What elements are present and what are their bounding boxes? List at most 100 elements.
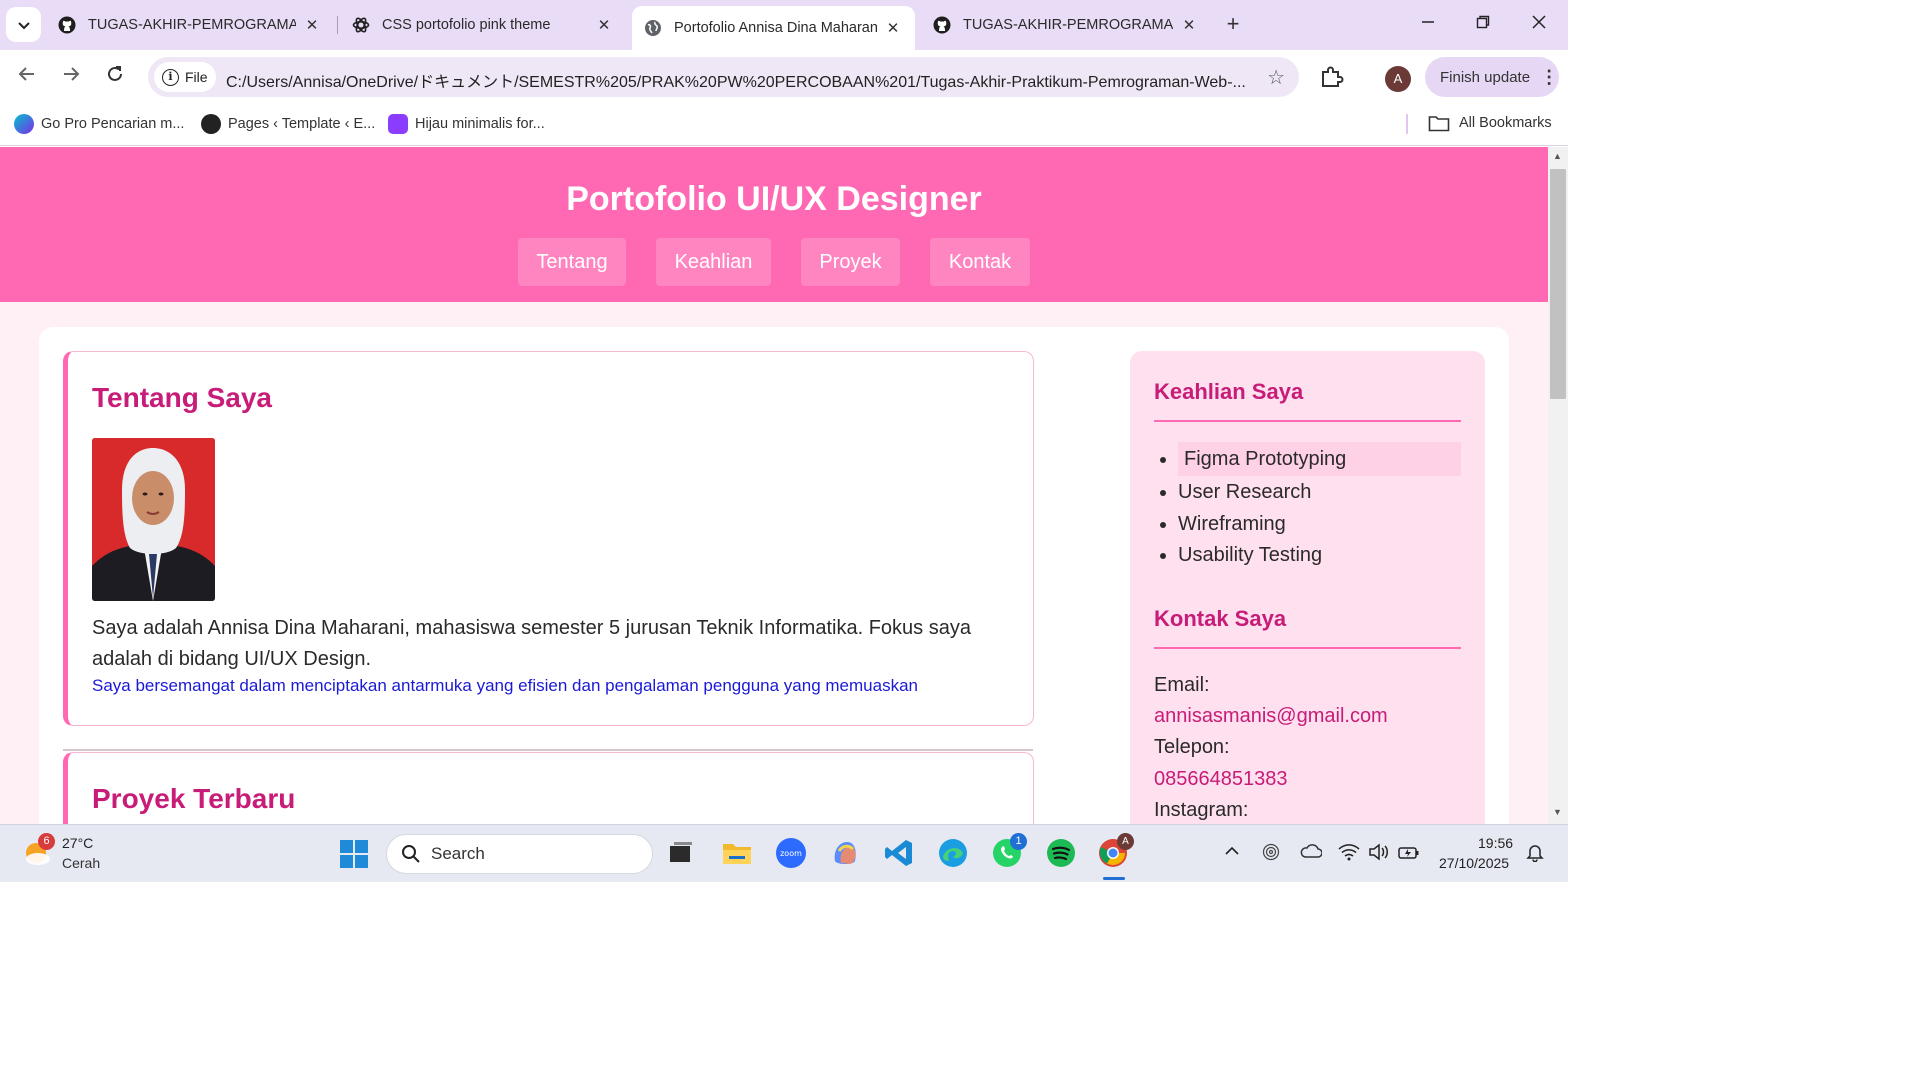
sidebar: Keahlian Saya Figma Prototyping User Res… bbox=[1130, 351, 1485, 824]
spotify-icon bbox=[1047, 839, 1075, 867]
close-icon[interactable]: ✕ bbox=[1179, 16, 1199, 34]
bookmark-separator bbox=[1406, 114, 1408, 134]
nav-link-tentang[interactable]: Tentang bbox=[518, 238, 626, 286]
bookmark-label: Pages ‹ Template ‹ E... bbox=[228, 116, 376, 132]
restore-button[interactable] bbox=[1468, 10, 1498, 40]
bookmark-item[interactable]: Go Pro Pencarian m... bbox=[14, 114, 184, 134]
zoom-icon: zoom bbox=[776, 838, 806, 868]
finish-update-button[interactable]: Finish update ⋮ bbox=[1425, 57, 1559, 97]
svg-text:zoom: zoom bbox=[780, 849, 802, 858]
site-info-chip[interactable]: i File bbox=[154, 62, 216, 92]
nav-link-kontak[interactable]: Kontak bbox=[930, 238, 1030, 286]
scroll-down-arrow-icon[interactable]: ▼ bbox=[1553, 807, 1562, 817]
folder-icon bbox=[1428, 116, 1450, 132]
bookmark-item[interactable]: Pages ‹ Template ‹ E... bbox=[201, 114, 375, 134]
contact-heading-underline bbox=[1154, 647, 1461, 649]
fingerprint-icon bbox=[1262, 843, 1280, 861]
back-button[interactable] bbox=[12, 62, 42, 92]
close-icon[interactable]: ✕ bbox=[594, 16, 614, 34]
clock-time[interactable]: 19:56 bbox=[1478, 835, 1513, 851]
bookmarks-bar: Go Pro Pencarian m... Pages ‹ Template ‹… bbox=[0, 104, 1568, 146]
about-heading: Tentang Saya bbox=[92, 382, 272, 413]
copilot-app-button[interactable] bbox=[829, 837, 861, 869]
windows-icon bbox=[340, 840, 368, 868]
tray-app-icon[interactable] bbox=[1262, 843, 1280, 866]
globe-icon bbox=[644, 19, 662, 37]
bookmark-star-icon[interactable]: ☆ bbox=[1267, 65, 1285, 90]
tab-search-button[interactable] bbox=[6, 7, 41, 42]
onedrive-button[interactable] bbox=[1300, 843, 1323, 864]
taskbar: 6 27°C Cerah Search zoom 1 A 19:56 27/10… bbox=[0, 824, 1568, 882]
tab-github-1[interactable]: TUGAS-AKHIR-PEMROGRAMAN ✕ bbox=[46, 8, 334, 42]
nav-link-proyek[interactable]: Proyek bbox=[801, 238, 900, 286]
site-info-label: File bbox=[185, 69, 208, 85]
clock-date[interactable]: 27/10/2025 bbox=[1439, 855, 1509, 871]
new-tab-button[interactable]: + bbox=[1220, 10, 1246, 38]
tab-chatgpt[interactable]: CSS portofolio pink theme ✕ bbox=[340, 8, 626, 42]
chatgpt-icon bbox=[352, 16, 370, 34]
nav-link-keahlian[interactable]: Keahlian bbox=[656, 238, 771, 286]
vscode-icon bbox=[885, 840, 912, 866]
address-bar[interactable]: i File C:/Users/Annisa/OneDrive/ドキュメント/S… bbox=[148, 57, 1299, 97]
taskbar-search[interactable]: Search bbox=[386, 834, 653, 874]
tab-portfolio-active[interactable]: Portofolio Annisa Dina Maharani ✕ bbox=[632, 6, 915, 50]
wifi-button[interactable] bbox=[1338, 843, 1360, 866]
chevron-up-icon bbox=[1225, 846, 1239, 855]
profile-avatar[interactable]: A bbox=[1385, 66, 1411, 92]
tab-title: TUGAS-AKHIR-PEMROGRAMAN bbox=[88, 17, 296, 33]
task-view-button[interactable] bbox=[665, 837, 697, 869]
skill-item: Figma Prototyping bbox=[1160, 442, 1461, 476]
main-container: Tentang Saya Saya adalah Annisa Dina Mah… bbox=[39, 327, 1509, 824]
projects-heading: Proyek Terbaru bbox=[92, 783, 296, 814]
weather-badge: 6 bbox=[38, 833, 55, 850]
reload-button[interactable] bbox=[100, 62, 130, 92]
search-icon bbox=[402, 845, 420, 863]
weather-temperature: 27°C bbox=[62, 835, 94, 851]
show-hidden-icons-button[interactable] bbox=[1224, 843, 1240, 864]
arrow-left-icon bbox=[18, 67, 34, 81]
contact-heading: Kontak Saya bbox=[1154, 606, 1287, 631]
all-bookmarks-label: All Bookmarks bbox=[1459, 115, 1552, 131]
whatsapp-notification-badge: 1 bbox=[1010, 833, 1027, 850]
scrollbar-thumb[interactable] bbox=[1550, 169, 1566, 399]
extensions-button[interactable] bbox=[1318, 64, 1346, 92]
all-bookmarks-button[interactable]: All Bookmarks bbox=[1428, 114, 1552, 132]
start-button[interactable] bbox=[339, 839, 369, 869]
chevron-down-icon bbox=[17, 21, 30, 29]
vscode-app-button[interactable] bbox=[883, 837, 915, 869]
reload-icon bbox=[108, 66, 122, 81]
spotify-app-button[interactable] bbox=[1045, 837, 1077, 869]
scroll-up-arrow-icon[interactable]: ▲ bbox=[1553, 151, 1562, 161]
tab-github-2[interactable]: TUGAS-AKHIR-PEMROGRAMAN ✕ bbox=[921, 8, 1211, 42]
battery-button[interactable] bbox=[1398, 843, 1420, 866]
minimize-button[interactable] bbox=[1413, 10, 1443, 40]
edge-icon bbox=[939, 839, 967, 867]
page-scrollbar[interactable]: ▲ ▼ bbox=[1548, 147, 1568, 824]
forward-button[interactable] bbox=[56, 62, 86, 92]
notifications-button[interactable] bbox=[1525, 842, 1545, 867]
close-window-button[interactable] bbox=[1524, 10, 1554, 40]
email-link[interactable]: annisasmanis@gmail.com bbox=[1154, 705, 1388, 728]
phone-label: Telepon: bbox=[1154, 736, 1230, 758]
speaker-icon bbox=[1369, 843, 1388, 861]
url-text[interactable]: C:/Users/Annisa/OneDrive/ドキュメント/SEMESTR%… bbox=[226, 68, 1256, 92]
folder-icon bbox=[723, 844, 751, 864]
info-icon: i bbox=[162, 68, 179, 86]
phone-link[interactable]: 085664851383 bbox=[1154, 768, 1287, 791]
tab-title: CSS portofolio pink theme bbox=[382, 17, 551, 33]
file-explorer-button[interactable] bbox=[721, 837, 753, 869]
close-icon[interactable]: ✕ bbox=[302, 16, 322, 34]
about-paragraph: Saya adalah Annisa Dina Maharani, mahasi… bbox=[92, 617, 971, 670]
section-divider bbox=[63, 749, 1033, 751]
site-title: Portofolio UI/UX Designer bbox=[566, 180, 982, 218]
volume-button[interactable] bbox=[1368, 843, 1390, 866]
close-icon[interactable]: ✕ bbox=[883, 19, 903, 37]
copilot-icon bbox=[834, 842, 856, 864]
cloud-icon bbox=[1300, 844, 1323, 858]
site-header: Portofolio UI/UX Designer Tentang Keahli… bbox=[0, 147, 1548, 302]
zoom-app-button[interactable]: zoom bbox=[775, 837, 807, 869]
bookmark-item[interactable]: Hijau minimalis for... bbox=[388, 114, 545, 134]
instagram-label: Instagram: bbox=[1154, 799, 1249, 821]
edge-app-button[interactable] bbox=[937, 837, 969, 869]
skills-heading: Keahlian Saya bbox=[1154, 379, 1304, 404]
